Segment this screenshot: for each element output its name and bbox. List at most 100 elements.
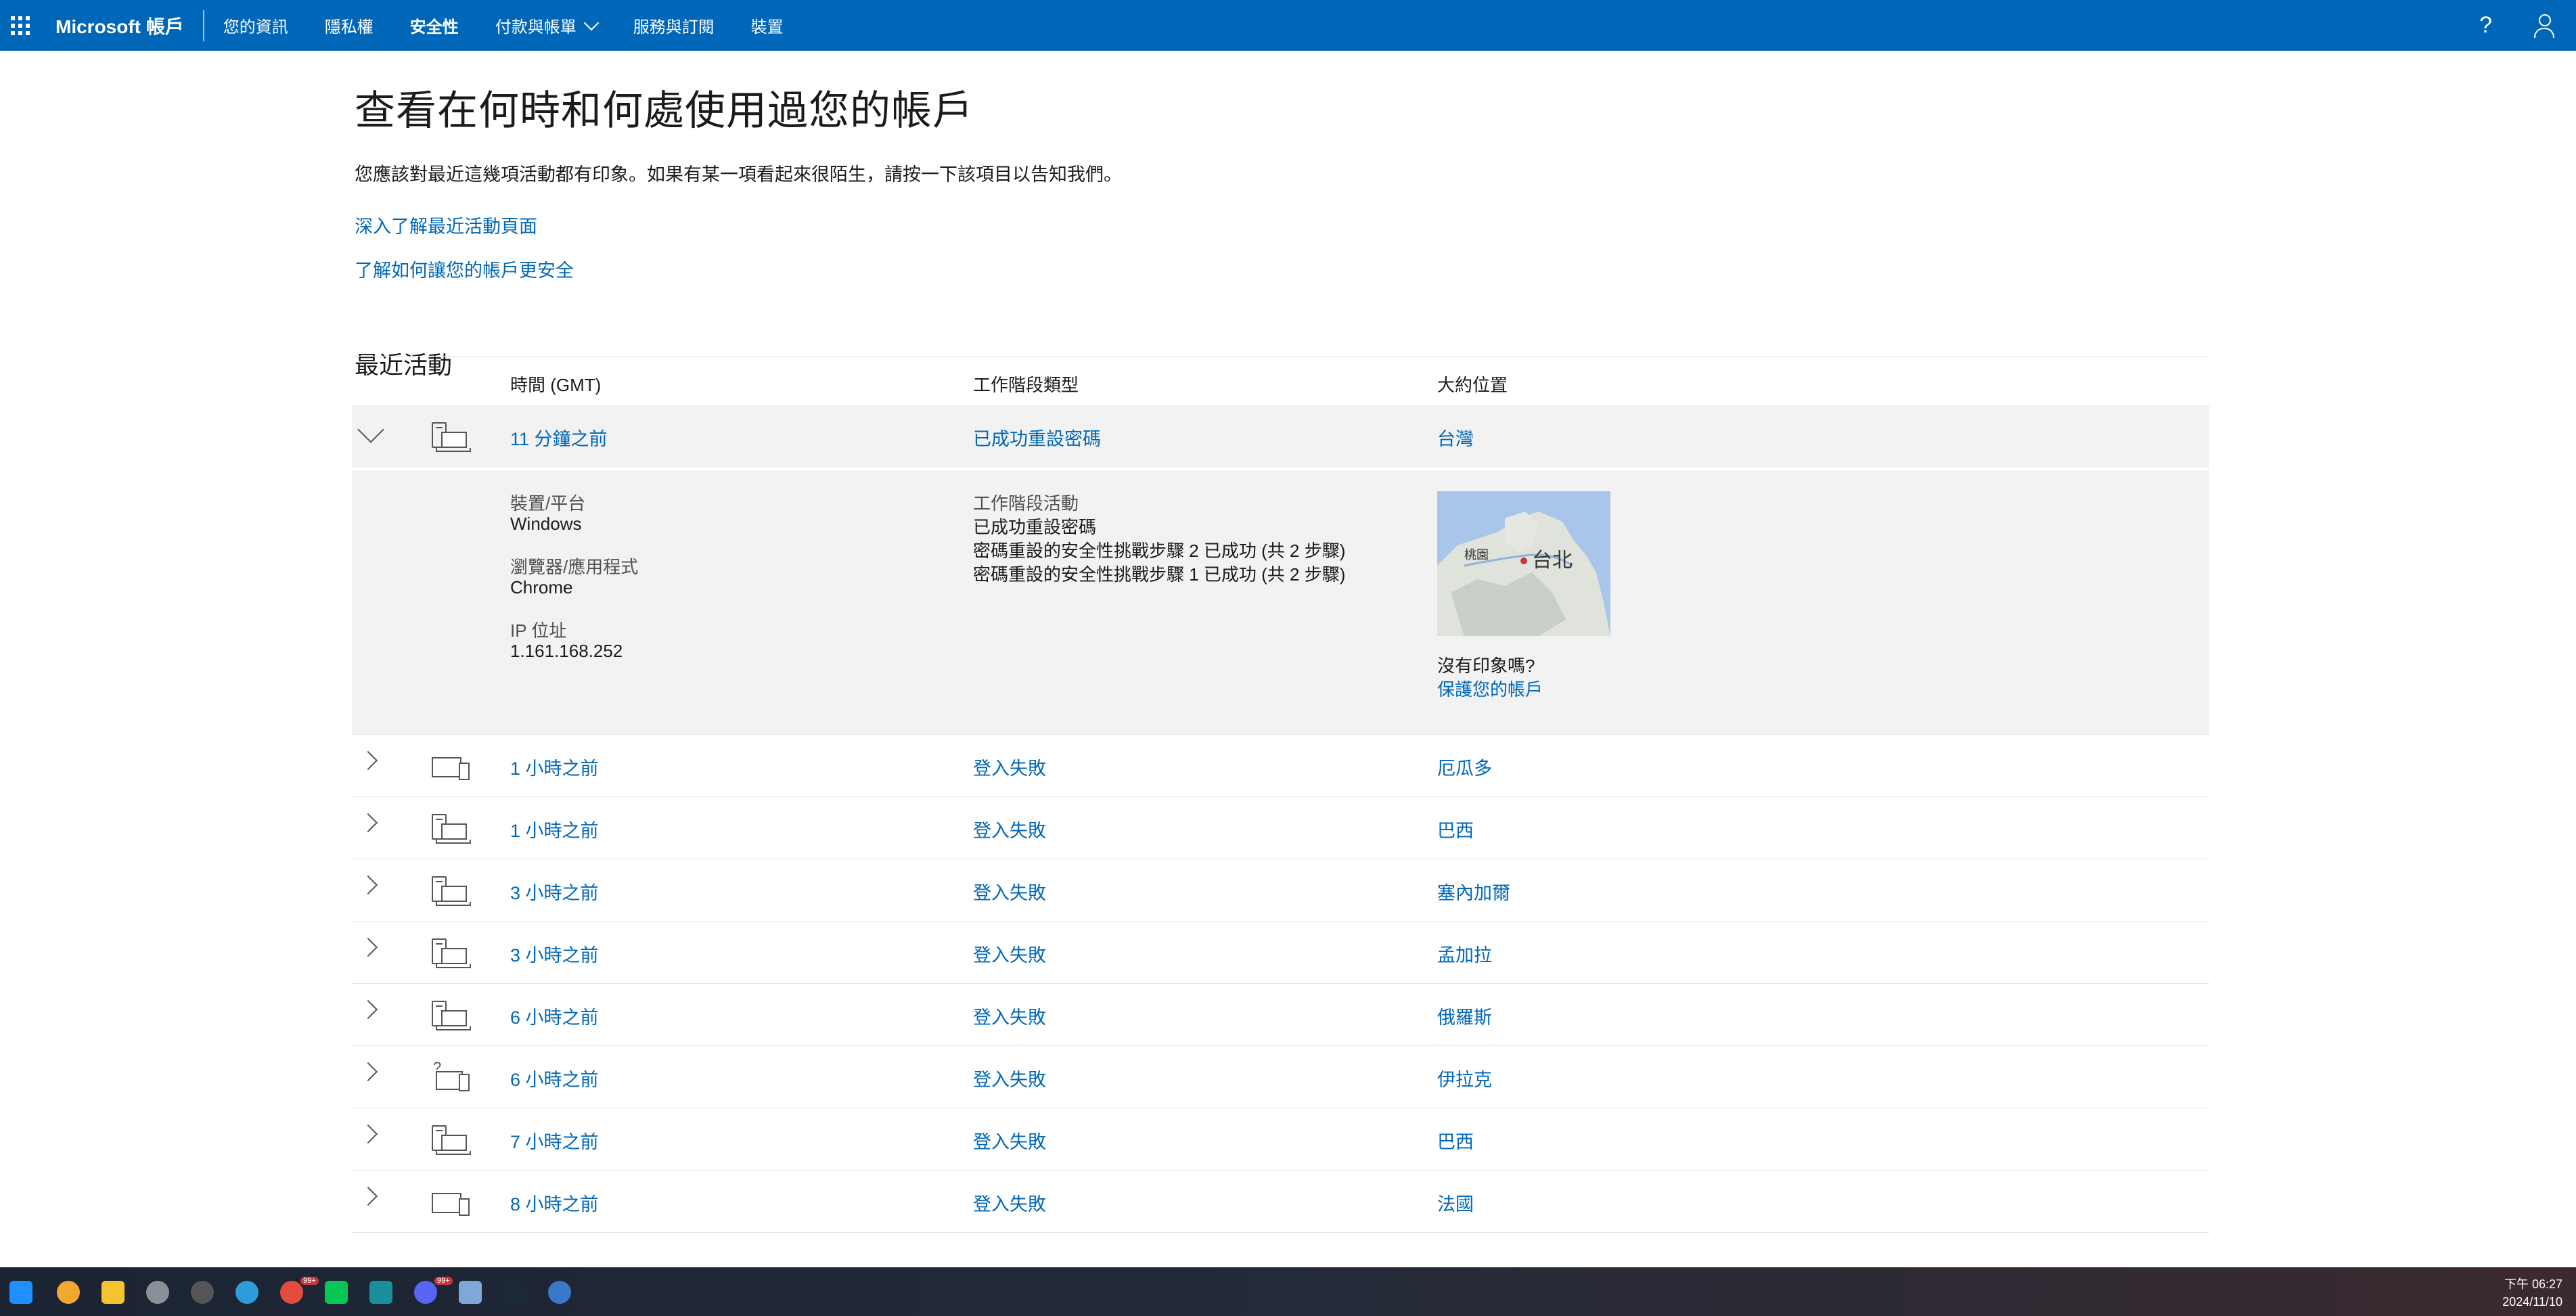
session-activity-label: 工作階段活動 <box>973 493 1079 514</box>
chevron-right-icon[interactable] <box>358 750 378 771</box>
line-icon[interactable] <box>325 1281 348 1304</box>
chevron-right-icon[interactable] <box>358 999 378 1020</box>
browser-app-label: 瀏覽器/應用程式 <box>510 557 639 577</box>
browser-app-value: Chrome <box>510 577 573 597</box>
row-time[interactable]: 7 小時之前 <box>510 1127 599 1154</box>
row-time[interactable]: 1 小時之前 <box>510 754 599 780</box>
app-icon[interactable] <box>191 1281 214 1304</box>
protect-account-link[interactable]: 保護您的帳戶 <box>1437 676 1543 701</box>
nav-privacy[interactable]: 隱私權 <box>325 14 374 37</box>
table-row[interactable]: 1 小時之前 登入失敗 巴西 <box>352 797 2209 859</box>
nav-divider <box>202 9 204 41</box>
edge-icon[interactable] <box>235 1281 258 1304</box>
activity-table: 時間 (GMT) 工作階段類型 大約位置 11 分鐘之前 已成功重設密碼 台灣 … <box>352 356 2209 1233</box>
table-row[interactable]: 6 小時之前 登入失敗 俄羅斯 <box>352 984 2209 1046</box>
row-time[interactable]: 8 小時之前 <box>510 1189 599 1216</box>
row-location[interactable]: 伊拉克 <box>1437 1065 1492 1091</box>
desktop-icon <box>432 422 471 452</box>
row-session-type[interactable]: 已成功重設密碼 <box>973 424 1101 451</box>
learn-recent-activity-link[interactable]: 深入了解最近活動頁面 <box>355 212 2209 238</box>
row-time[interactable]: 3 小時之前 <box>510 878 599 905</box>
row-time[interactable]: 1 小時之前 <box>510 816 599 842</box>
row-time[interactable]: 6 小時之前 <box>510 1065 599 1091</box>
row-location[interactable]: 孟加拉 <box>1437 940 1492 967</box>
row-session-type[interactable]: 登入失敗 <box>973 754 1046 780</box>
top-navigation-bar: Microsoft 帳戶 您的資訊 隱私權 安全性 付款與帳單 服務與訂閱 裝置… <box>0 0 2576 51</box>
row-time[interactable]: 11 分鐘之前 <box>510 424 608 451</box>
copilot-icon[interactable] <box>57 1281 80 1304</box>
row-location[interactable]: 台灣 <box>1437 424 1474 451</box>
row-session-type[interactable]: 登入失敗 <box>973 878 1046 905</box>
row-time[interactable]: 6 小時之前 <box>510 1003 599 1029</box>
clock-date: 2024/11/10 <box>2502 1295 2562 1309</box>
windows-taskbar: 99+ 99+ 下午 06:27 2024/11/10 <box>0 1267 2576 1316</box>
intro-text: 您應該對最近這幾項活動都有印象。如果有某一項看起來很陌生，請按一下該項目以告知我… <box>355 164 1122 185</box>
desktop-icon <box>432 1001 471 1030</box>
location-map: 桃園 台北 <box>1437 491 1610 636</box>
taskbar-clock[interactable]: 下午 06:27 2024/11/10 <box>2502 1275 2562 1311</box>
chrome-badge: 99+ <box>300 1277 319 1285</box>
table-row[interactable]: 7 小時之前 登入失敗 巴西 <box>352 1108 2209 1171</box>
desktop-icon <box>432 1125 471 1155</box>
file-explorer-icon[interactable] <box>101 1281 125 1304</box>
brand-title[interactable]: Microsoft 帳戶 <box>55 12 184 39</box>
row-session-type[interactable]: 登入失敗 <box>973 1065 1046 1091</box>
ip-address-value: 1.161.168.252 <box>510 641 623 661</box>
table-row[interactable]: 3 小時之前 登入失敗 孟加拉 <box>352 922 2209 984</box>
row-location[interactable]: 法國 <box>1437 1189 1474 1216</box>
table-row-expanded[interactable]: 11 分鐘之前 已成功重設密碼 台灣 <box>352 405 2209 468</box>
nav-your-info[interactable]: 您的資訊 <box>223 14 288 37</box>
discord-icon[interactable] <box>414 1281 437 1304</box>
chevron-right-icon[interactable] <box>358 813 378 833</box>
header-time: 時間 (GMT) <box>510 375 602 395</box>
app-launcher-icon[interactable] <box>8 14 32 38</box>
chevron-right-icon[interactable] <box>358 1186 378 1206</box>
row-session-type[interactable]: 登入失敗 <box>973 940 1046 967</box>
nav-payment-billing[interactable]: 付款與帳單 <box>495 14 600 37</box>
steam-icon[interactable] <box>503 1281 526 1304</box>
chrome-icon[interactable] <box>280 1281 303 1304</box>
photos-icon[interactable] <box>459 1281 482 1304</box>
row-location[interactable]: 巴西 <box>1437 1127 1474 1154</box>
row-session-type[interactable]: 登入失敗 <box>973 1127 1046 1154</box>
chevron-right-icon[interactable] <box>358 1062 378 1082</box>
chevron-right-icon[interactable] <box>358 875 378 895</box>
session-activity-line: 密碼重設的安全性挑戰步驟 1 已成功 (共 2 步驟) <box>973 564 1346 585</box>
row-location[interactable]: 巴西 <box>1437 816 1474 842</box>
page-title: 查看在何時和何處使用過您的帳戶 <box>355 88 974 133</box>
chevron-right-icon[interactable] <box>358 1124 378 1144</box>
unfamiliar-text: 沒有印象嗎? <box>1437 656 1535 676</box>
nav-devices[interactable]: 裝置 <box>751 14 784 37</box>
table-row[interactable]: ? 6 小時之前 登入失敗 伊拉克 <box>352 1046 2209 1108</box>
windows-start-icon[interactable] <box>9 1281 32 1304</box>
header-session-type: 工作階段類型 <box>973 375 1079 395</box>
desktop-icon <box>432 938 471 968</box>
table-row[interactable]: 8 小時之前 登入失敗 法國 <box>352 1171 2209 1233</box>
chevron-right-icon[interactable] <box>358 937 378 957</box>
account-security-link[interactable]: 了解如何讓您的帳戶更安全 <box>355 256 2209 282</box>
chevron-down-icon <box>583 15 600 31</box>
help-app-icon[interactable] <box>548 1281 571 1304</box>
session-activity-line: 密碼重設的安全性挑戰步驟 2 已成功 (共 2 步驟) <box>973 541 1346 561</box>
row-time[interactable]: 3 小時之前 <box>510 940 599 967</box>
session-activity-line: 已成功重設密碼 <box>973 517 1097 537</box>
help-icon[interactable]: ? <box>2479 12 2492 39</box>
nav-services-subscriptions[interactable]: 服務與訂閱 <box>633 14 715 37</box>
row-session-type[interactable]: 登入失敗 <box>973 816 1046 842</box>
app-s-icon[interactable] <box>369 1281 392 1304</box>
account-avatar-icon[interactable] <box>2533 14 2556 38</box>
table-row[interactable]: 3 小時之前 登入失敗 塞內加爾 <box>352 859 2209 922</box>
row-session-type[interactable]: 登入失敗 <box>973 1189 1046 1216</box>
row-location[interactable]: 塞內加爾 <box>1437 878 1510 905</box>
settings-icon[interactable] <box>146 1281 169 1304</box>
mobile-device-icon <box>432 752 470 781</box>
row-session-type[interactable]: 登入失敗 <box>973 1003 1046 1029</box>
nav-security[interactable]: 安全性 <box>410 14 459 37</box>
row-location[interactable]: 俄羅斯 <box>1437 1003 1492 1029</box>
table-row[interactable]: 1 小時之前 登入失敗 厄瓜多 <box>352 735 2209 797</box>
clock-time: 下午 06:27 <box>2504 1277 2562 1291</box>
row-location[interactable]: 厄瓜多 <box>1437 754 1492 780</box>
discord-badge: 99+ <box>434 1277 453 1285</box>
table-header: 時間 (GMT) 工作階段類型 大約位置 <box>352 356 2209 405</box>
chevron-down-icon[interactable] <box>357 416 384 443</box>
